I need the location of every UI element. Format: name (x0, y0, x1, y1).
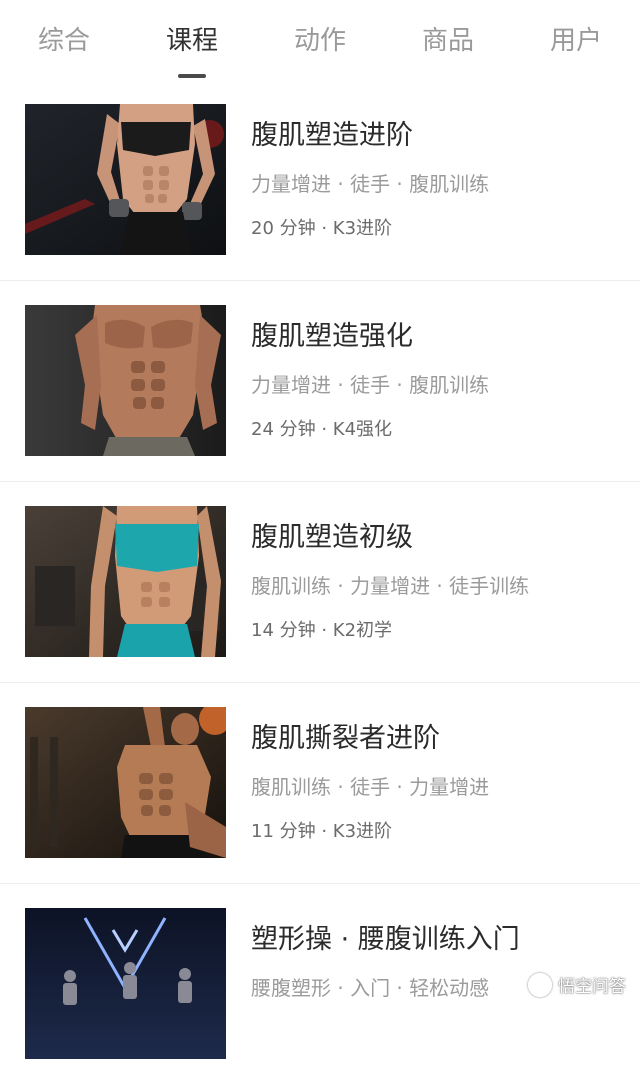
course-title: 腹肌塑造初级 (251, 522, 413, 553)
course-title: 腹肌塑造进阶 (251, 120, 413, 151)
course-thumbnail (25, 707, 226, 858)
tab-courses[interactable]: 课程 (137, 24, 247, 58)
course-card[interactable]: 腹肌撕裂者进阶 腹肌训练 · 徒手 · 力量增进 11 分钟 · K3进阶 (0, 683, 640, 884)
course-meta: 14 分钟 · K2初学 (251, 620, 393, 641)
tab-exercises[interactable]: 动作 (265, 24, 375, 58)
tab-products[interactable]: 商品 (393, 24, 503, 58)
tab-users[interactable]: 用户 (521, 24, 631, 58)
watermark: 悟空问答 (528, 972, 626, 997)
course-meta: 24 分钟 · K4强化 (251, 419, 393, 440)
course-thumbnail (25, 305, 226, 456)
course-tags: 力量增进 · 徒手 · 腹肌训练 (251, 373, 490, 397)
course-list: 腹肌塑造进阶 力量增进 · 徒手 · 腹肌训练 20 分钟 · K3进阶 腹肌塑… (0, 80, 640, 1084)
wukong-logo-icon (528, 972, 552, 997)
course-tags: 腹肌训练 · 徒手 · 力量增进 (251, 775, 490, 799)
watermark-text: 悟空问答 (558, 977, 626, 997)
course-card[interactable]: 腹肌塑造进阶 力量增进 · 徒手 · 腹肌训练 20 分钟 · K3进阶 (0, 80, 640, 281)
course-tags: 力量增进 · 徒手 · 腹肌训练 (251, 172, 490, 196)
course-tags: 腰腹塑形 · 入门 · 轻松动感 (251, 976, 490, 1000)
course-meta: 11 分钟 · K3进阶 (251, 821, 393, 842)
course-tags: 腹肌训练 · 力量增进 · 徒手训练 (251, 574, 530, 598)
tab-general[interactable]: 综合 (9, 24, 119, 58)
course-title: 腹肌塑造强化 (251, 321, 413, 352)
course-thumbnail (25, 908, 226, 1059)
course-meta: 20 分钟 · K3进阶 (251, 218, 393, 239)
tab-bar: 综合 课程 动作 商品 用户 (0, 0, 640, 81)
course-card[interactable]: 腹肌塑造强化 力量增进 · 徒手 · 腹肌训练 24 分钟 · K4强化 (0, 281, 640, 482)
course-thumbnail (25, 506, 226, 657)
course-title: 腹肌撕裂者进阶 (251, 723, 440, 754)
course-title: 塑形操 · 腰腹训练入门 (251, 924, 520, 955)
active-tab-indicator (178, 74, 206, 78)
course-card[interactable]: 腹肌塑造初级 腹肌训练 · 力量增进 · 徒手训练 14 分钟 · K2初学 (0, 482, 640, 683)
course-thumbnail (25, 104, 226, 255)
